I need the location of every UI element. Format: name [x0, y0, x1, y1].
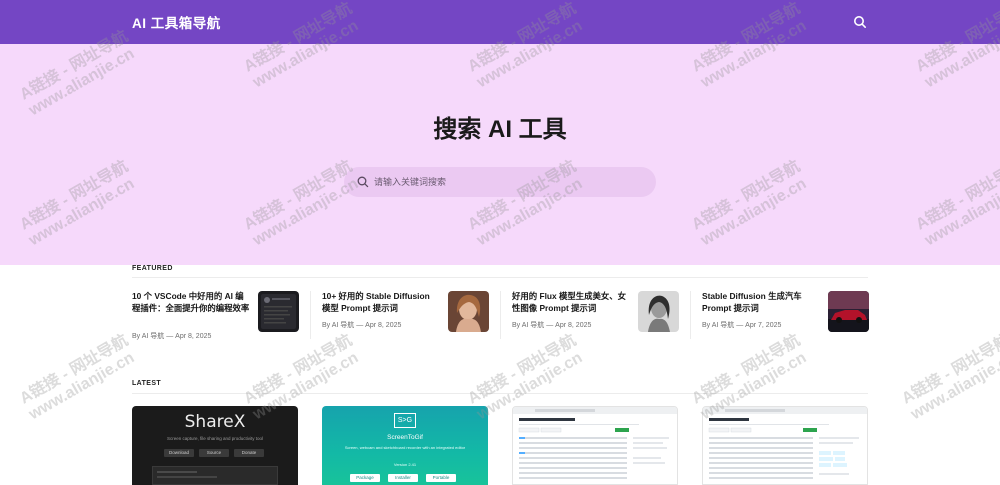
portable-button[interactable]: Portable: [426, 474, 456, 482]
latest-card-sharex[interactable]: ShareX Screen capture, file sharing and …: [132, 406, 298, 485]
watermark-line: A链接 - 网址导航: [465, 331, 580, 408]
source-button[interactable]: Source: [199, 449, 229, 457]
watermark: A链接 - 网址导航 www.alianjie.cn: [899, 332, 1000, 424]
post-meta: By AI 导航 — Apr 8, 2025: [512, 322, 592, 329]
post-title[interactable]: Stable Diffusion 生成汽车 Prompt 提示词: [702, 291, 820, 314]
donate-button[interactable]: Donate: [234, 449, 264, 457]
repo-screenshot: [513, 407, 677, 479]
post-thumbnail[interactable]: [828, 291, 869, 332]
hero-search-box[interactable]: [344, 167, 656, 197]
post-title[interactable]: 10+ 好用的 Stable Diffusion 模型 Prompt 提示词: [322, 291, 440, 314]
download-button[interactable]: Download: [164, 449, 194, 457]
watermark-line: www.alianjie.cn: [908, 349, 1000, 424]
watermark: A链接 - 网址导航 www.alianjie.cn: [17, 332, 140, 424]
post-title[interactable]: 10 个 VSCode 中好用的 AI 编程插件：全面提升你的编程效率: [132, 291, 250, 314]
app-preview: [152, 466, 278, 485]
latest-card-repo-1[interactable]: [512, 406, 678, 485]
card-brand: ShareX: [184, 412, 246, 432]
package-button[interactable]: Package: [350, 474, 380, 482]
post-thumbnail[interactable]: [638, 291, 679, 332]
post-title[interactable]: 好用的 Flux 模型生成美女、女性图像 Prompt 提示词: [512, 291, 630, 314]
featured-post-4[interactable]: Stable Diffusion 生成汽车 Prompt 提示词 By AI 导…: [702, 288, 872, 342]
featured-post-1[interactable]: 10 个 VSCode 中好用的 AI 编程插件：全面提升你的编程效率 By A…: [132, 288, 302, 342]
featured-divider: [132, 277, 868, 278]
post-meta: By AI 导航 — Apr 8, 2025: [322, 322, 402, 329]
installer-button[interactable]: Installer: [388, 474, 418, 482]
watermark-line: A链接 - 网址导航: [17, 331, 132, 408]
featured-separator: [690, 291, 691, 339]
site-title[interactable]: AI 工具箱导航: [132, 12, 221, 32]
watermark-line: www.alianjie.cn: [26, 349, 138, 424]
watermark-line: A链接 - 网址导航: [899, 331, 1000, 408]
card-tagline: Screen, webcam and sketchboard recorder …: [344, 445, 466, 450]
screentogif-logo: S>G: [394, 413, 416, 428]
latest-card-screentogif[interactable]: S>G ScreenToGif Screen, webcam and sketc…: [322, 406, 488, 485]
post-thumbnail[interactable]: [258, 291, 299, 332]
card-version: Version 2.41: [393, 462, 417, 467]
card-tagline: Screen capture, file sharing and product…: [166, 436, 264, 441]
featured-post-2[interactable]: 10+ 好用的 Stable Diffusion 模型 Prompt 提示词 B…: [322, 288, 492, 342]
post-meta: By AI 导航 — Apr 8, 2025: [132, 333, 212, 340]
featured-separator: [310, 291, 311, 339]
top-navbar: AI 工具箱导航: [0, 0, 1000, 44]
card-brand: ScreenToGif: [387, 434, 423, 441]
hero-title: 搜索 AI 工具: [433, 116, 567, 143]
latest-card-repo-2[interactable]: [702, 406, 868, 485]
search-icon: [357, 176, 369, 188]
featured-post-3[interactable]: 好用的 Flux 模型生成美女、女性图像 Prompt 提示词 By AI 导航…: [512, 288, 682, 342]
search-icon[interactable]: [852, 14, 868, 30]
watermark-line: A链接 - 网址导航: [241, 331, 356, 408]
featured-separator: [500, 291, 501, 339]
hero-section: [0, 44, 1000, 265]
search-input[interactable]: [374, 167, 644, 197]
latest-divider: [132, 393, 868, 394]
repo-screenshot: [703, 407, 867, 479]
post-meta: By AI 导航 — Apr 7, 2025: [702, 322, 782, 329]
latest-label: LATEST: [132, 380, 162, 387]
watermark-line: A链接 - 网址导航: [689, 331, 804, 408]
featured-label: FEATURED: [132, 265, 173, 272]
post-thumbnail[interactable]: [448, 291, 489, 332]
